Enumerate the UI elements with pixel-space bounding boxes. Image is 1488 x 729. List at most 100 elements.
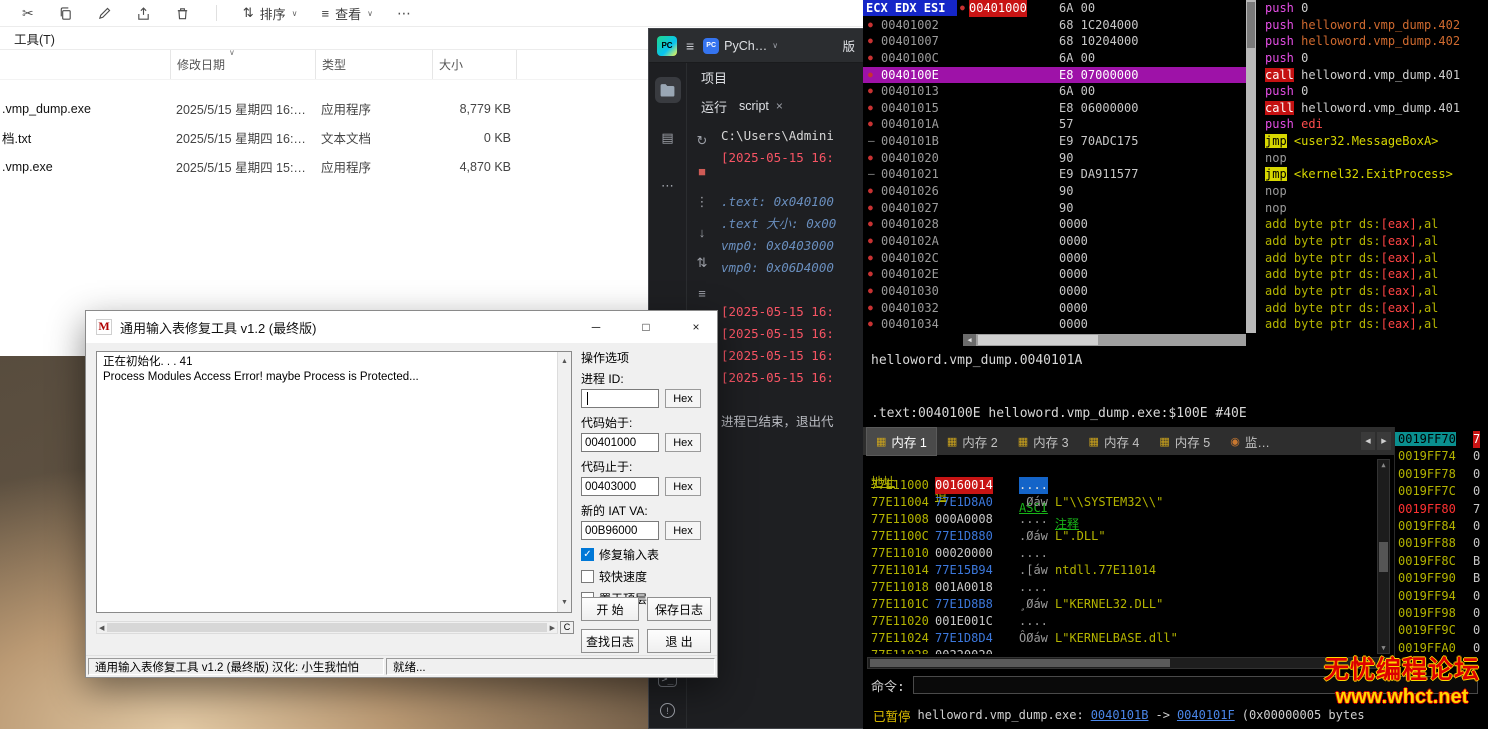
disasm-row[interactable]: ●004010280000add byte ptr ds:[eax],al [863, 216, 1488, 233]
dump-row[interactable]: 77E1101000020000.... [863, 545, 1375, 562]
dump-row[interactable]: 77E1100477E1D8A0 ØáwL"\\SYSTEM32\\" [863, 494, 1375, 511]
scroll-down-icon[interactable]: ▼ [561, 595, 568, 610]
view-button[interactable]: ≡ 查看 ∨ [322, 4, 373, 23]
hex-button[interactable]: Hex [665, 521, 701, 540]
project-tool-icon[interactable] [655, 77, 681, 103]
stop-icon[interactable]: ■ [698, 164, 706, 179]
disasm-row[interactable]: ●004010320000add byte ptr ds:[eax],al [863, 300, 1488, 317]
checkbox[interactable] [581, 570, 594, 583]
stack-row[interactable]: 0019FF740 [1395, 448, 1488, 465]
stack-row[interactable]: 0019FF90B [1395, 570, 1488, 587]
field-input-3[interactable]: 00B96000 [581, 521, 659, 540]
checkbox-row[interactable]: ✓修复输入表 [581, 546, 713, 563]
command-input[interactable] [913, 676, 1478, 694]
scroll-up-icon[interactable]: ▲ [561, 354, 568, 369]
stack-row[interactable]: 0019FF8CB [1395, 553, 1488, 570]
close-button[interactable]: × [675, 311, 717, 343]
disasm-row[interactable]: –00401021E9 DA911577jmp <kernel32.ExitPr… [863, 166, 1488, 183]
main-menu-icon[interactable]: ≡ [686, 38, 694, 54]
scroll-left-icon[interactable]: ◀ [963, 334, 976, 346]
scroll-down-icon[interactable]: ↓ [699, 225, 706, 240]
project-widget[interactable]: PC PyCh… ∨ [703, 38, 778, 54]
minimize-button[interactable]: ─ [575, 311, 617, 343]
dump-vscrollbar[interactable]: ▲ ▼ [1377, 459, 1390, 654]
dump-row[interactable]: 77E11020001E001C.... [863, 613, 1375, 630]
project-tool-header[interactable]: 项目 [687, 63, 863, 91]
disasm-row[interactable]: ●0040100EE8 07000000call helloword.vmp_d… [863, 67, 1488, 84]
disasm-row[interactable]: –0040101BE9 70ADC175jmp <user32.MessageB… [863, 133, 1488, 150]
sort-button[interactable]: ⇅ 排序 ∨ [243, 4, 298, 23]
disasm-row[interactable]: ●004010300000add byte ptr ds:[eax],al [863, 283, 1488, 300]
more-button[interactable]: ⋯ [397, 5, 411, 22]
field-input-1[interactable]: 00401000 [581, 433, 659, 452]
disasm-row[interactable]: ●0040100C6A 00push 0 [863, 50, 1488, 67]
dump-hscrollbar[interactable] [867, 657, 1390, 669]
disassembly-vscrollbar[interactable] [1246, 0, 1256, 333]
dialog-button-1[interactable]: 保存日志 [647, 597, 711, 621]
disasm-row[interactable]: ●0040102E0000add byte ptr ds:[eax],al [863, 266, 1488, 283]
delete-icon[interactable] [175, 6, 190, 21]
status-address-to-link[interactable]: 0040101F [1177, 708, 1235, 722]
stack-row[interactable]: 0019FFA00 [1395, 640, 1488, 656]
column-type[interactable]: 类型 [315, 50, 432, 79]
stack-row[interactable]: 0019FF707 [1395, 431, 1488, 448]
dump-row[interactable]: 77E1100C77E1D880.ØáwL".DLL" [863, 528, 1375, 545]
dialog-button-0[interactable]: 开 始 [581, 597, 639, 621]
status-address-from-link[interactable]: 0040101B [1091, 708, 1149, 722]
soft-wrap-icon[interactable]: ⇅ [697, 255, 708, 271]
rerun-icon[interactable]: ↻ [697, 133, 708, 149]
log-vscrollbar[interactable]: ▲ ▼ [557, 352, 571, 612]
maximize-button[interactable]: □ [625, 311, 667, 343]
checkbox[interactable]: ✓ [581, 548, 594, 561]
dump-row[interactable]: 77E11008000A0008.... [863, 511, 1375, 528]
stack-row[interactable]: 0019FF807 [1395, 501, 1488, 518]
field-input-0[interactable] [581, 389, 659, 408]
menu-tools[interactable]: 工具(T) [14, 29, 55, 48]
memory-tab[interactable]: ▦内存 3 [1009, 428, 1078, 455]
structure-tool-icon[interactable]: ▤ [655, 125, 681, 151]
log-output[interactable]: 正在初始化. . . 41Process Modules Access Erro… [96, 351, 572, 613]
disasm-row[interactable]: ●0040102C0000add byte ptr ds:[eax],al [863, 250, 1488, 267]
dump-row[interactable]: 77E1101477E15B94.[áwntdll.77E11014 [863, 562, 1375, 579]
dialog-button-3[interactable]: 退 出 [647, 629, 711, 653]
stack-row[interactable]: 0019FF980 [1395, 605, 1488, 622]
log-hscrollbar[interactable]: ◀ ▶ [96, 621, 558, 634]
rename-icon[interactable] [97, 6, 112, 21]
disasm-row[interactable]: ●00401015E8 06000000call helloword.vmp_d… [863, 100, 1488, 117]
more-tools-icon[interactable]: ⋯ [655, 173, 681, 199]
scroll-down-icon[interactable]: ▼ [1381, 644, 1385, 652]
disasm-row[interactable]: ●0040101A57push edi [863, 116, 1488, 133]
disasm-row[interactable]: ●004010136A 00push 0 [863, 83, 1488, 100]
dump-row[interactable]: 77E1102477E1D8D4ÔØáwL"KERNELBASE.dll" [863, 630, 1375, 647]
scroll-right-icon[interactable]: ▶ [550, 624, 555, 632]
stack-row[interactable]: 0019FF940 [1395, 588, 1488, 605]
problems-icon[interactable]: ! [660, 703, 675, 718]
log-corner-button[interactable]: C [560, 621, 574, 634]
memory-tab[interactable]: ▦内存 1 [867, 428, 936, 455]
memory-tab[interactable]: ▦内存 4 [1080, 428, 1149, 455]
settings-lines-icon[interactable]: ≡ [698, 286, 706, 301]
stack-row[interactable]: 0019FF7C0 [1395, 483, 1488, 500]
hex-button[interactable]: Hex [665, 477, 701, 496]
column-size[interactable]: 大小 [432, 50, 517, 79]
disasm-row[interactable]: ●0040102790nop [863, 200, 1488, 217]
run-console-output[interactable]: C:\Users\Admini[2025-05-15 16: .text: 0x… [717, 121, 863, 728]
disasm-row[interactable]: ●0040102690nop [863, 183, 1488, 200]
dump-row[interactable]: 77E11018001A0018.... [863, 579, 1375, 596]
more-options-icon[interactable]: ⋮ [696, 194, 709, 210]
dialog-titlebar[interactable]: M 通用输入表修复工具 v1.2 (最终版) ─ □ × [86, 311, 717, 343]
dump-row[interactable]: 77E1100000160014.... [863, 477, 1375, 494]
copy-icon[interactable] [58, 6, 73, 21]
cut-icon[interactable]: ✂ [22, 5, 34, 22]
disasm-row[interactable]: ●0040102090nop [863, 150, 1488, 167]
close-icon[interactable]: × [776, 99, 783, 113]
disasm-row[interactable]: ●004010340000add byte ptr ds:[eax],al [863, 316, 1488, 333]
tab-scroll-left-icon[interactable]: ◀ [1361, 432, 1375, 450]
hex-button[interactable]: Hex [665, 389, 701, 408]
disassembly-hscrollbar[interactable]: ◀ [963, 334, 1246, 346]
column-date[interactable]: ∨ 修改日期 [170, 50, 315, 79]
memory-tab[interactable]: ▦内存 2 [938, 428, 1007, 455]
checkbox-row[interactable]: 较快速度 [581, 568, 713, 585]
tab-scroll-right-icon[interactable]: ▶ [1377, 432, 1391, 450]
disasm-row[interactable]: ●0040102A0000add byte ptr ds:[eax],al [863, 233, 1488, 250]
